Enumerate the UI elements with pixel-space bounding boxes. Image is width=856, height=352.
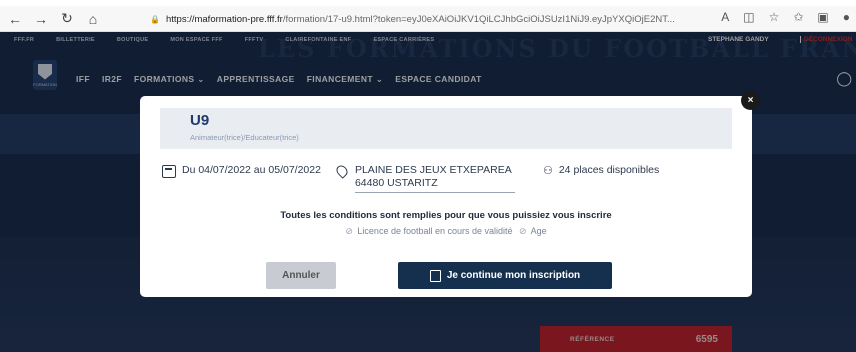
browser-toolbar: ← → ↻ ⌂ 🔒 https://maformation-pre.fff.fr… [0, 6, 856, 32]
form-icon [429, 269, 441, 282]
reload-icon[interactable]: ↻ [56, 8, 78, 30]
favorites-icon[interactable]: ✩ [793, 10, 803, 24]
session-info: Du 04/07/2022 au 05/07/2022 PLAINE DES J… [162, 163, 660, 193]
lock-icon: 🔒 [150, 14, 160, 24]
condition-item: Licence de football en cours de validité [357, 226, 513, 236]
registration-modal: U9 Animateur(trice)/Educateur(trice) Du … [140, 96, 752, 297]
session-location: PLAINE DES JEUX ETXEPAREA 64480 USTARITZ [354, 164, 515, 193]
continue-label: Je continue mon inscription [446, 270, 581, 281]
add-favorite-icon[interactable]: ☆ [769, 10, 780, 24]
forward-icon[interactable]: → [30, 8, 52, 30]
collections-icon[interactable]: ▣ [817, 10, 828, 24]
calendar-icon [162, 165, 176, 178]
read-aloud-icon[interactable]: A [721, 10, 729, 24]
location-line-1: PLAINE DES JEUX ETXEPAREA [354, 164, 512, 176]
home-icon[interactable]: ⌂ [82, 8, 104, 30]
browser-actions: A ◫ ☆ ✩ ▣ ● [721, 10, 850, 24]
close-icon[interactable]: × [741, 91, 760, 110]
address-bar[interactable]: 🔒 https://maformation-pre.fff.fr/formati… [150, 9, 710, 29]
profile-icon[interactable]: ● [843, 10, 850, 24]
session-dates: Du 04/07/2022 au 05/07/2022 [182, 164, 321, 176]
course-role: Animateur(trice)/Educateur(trice) [190, 133, 299, 142]
split-screen-icon[interactable]: ◫ [743, 10, 754, 24]
location-pin-icon [334, 163, 350, 179]
back-icon[interactable]: ← [4, 8, 26, 30]
location-line-2: 64480 USTARITZ [354, 177, 438, 189]
condition-list: ⊘ Licence de football en cours de validi… [140, 226, 752, 237]
cancel-button[interactable]: Annuler [266, 262, 336, 289]
people-icon: ⚇ [542, 165, 553, 177]
available-places: 24 places disponibles [558, 164, 660, 176]
location-divider [354, 192, 515, 193]
course-header: U9 Animateur(trice)/Educateur(trice) [160, 108, 732, 149]
conditions-message: Toutes les conditions sont remplies pour… [280, 210, 612, 221]
url-text: https://maformation-pre.fff.fr/formation… [166, 14, 675, 25]
continue-registration-button[interactable]: Je continue mon inscription [398, 262, 612, 289]
url-path: /formation/17-u9.html?token=eyJ0eXAiOiJK… [282, 13, 675, 25]
url-domain: https://maformation-pre.fff.fr [165, 13, 283, 25]
condition-item: Age [530, 226, 547, 236]
check-circle-icon: ⊘ [519, 226, 527, 236]
course-title: U9 [190, 112, 210, 129]
check-circle-icon: ⊘ [345, 226, 353, 236]
